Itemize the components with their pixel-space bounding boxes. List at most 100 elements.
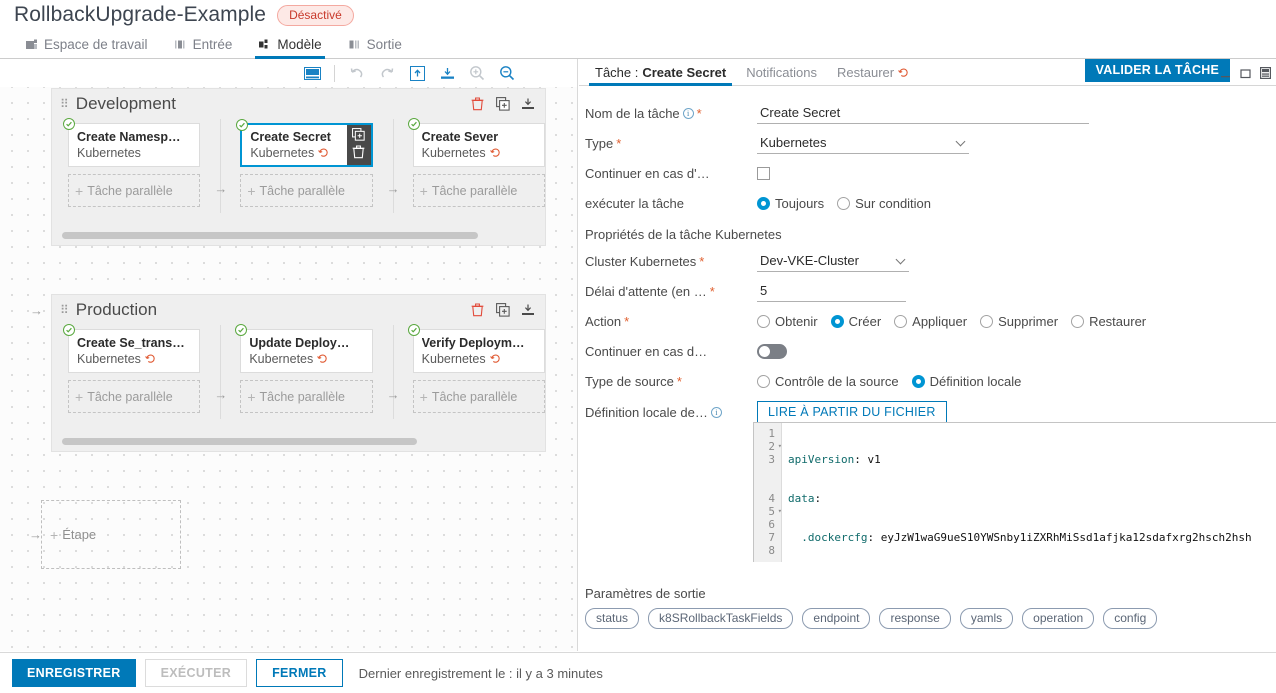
input-icon xyxy=(174,38,187,51)
fit-screen-icon[interactable] xyxy=(297,62,327,84)
add-parallel-task[interactable]: + Tâche parallèle xyxy=(68,174,201,207)
zoom-in-icon[interactable] xyxy=(462,62,492,84)
line-number[interactable]: 5 xyxy=(754,505,782,518)
drag-handle-icon[interactable]: ⠿ xyxy=(60,98,69,110)
duplicate-stage-icon[interactable] xyxy=(495,96,510,112)
stage-development[interactable]: ⠿ Development Create Namesp… Kubernetes … xyxy=(51,88,546,246)
editor-code-lines[interactable]: apiVersion: v1 data: .dockercfg: eyJzW1w… xyxy=(788,423,1276,562)
chip-endpoint[interactable]: endpoint xyxy=(802,608,871,629)
add-parallel-task[interactable]: + Tâche parallèle xyxy=(412,174,545,207)
duplicate-stage-icon[interactable] xyxy=(495,302,510,318)
add-parallel-task[interactable]: + Tâche parallèle xyxy=(240,380,373,413)
tab-espace-de-travail[interactable]: Espace de travail xyxy=(12,37,161,58)
radio-definition-locale[interactable]: Définition locale xyxy=(911,374,1021,389)
task-subtitle: Kubernetes xyxy=(77,146,141,160)
stage-production[interactable]: → ⠿ Production Create Se_trans… Kubernet… xyxy=(30,294,546,452)
line-number: 8 xyxy=(768,544,775,557)
radio-label: Supprimer xyxy=(998,314,1059,329)
chip-operation[interactable]: operation xyxy=(1022,608,1095,629)
task-card-create-se-trans[interactable]: Create Se_trans… Kubernetes xyxy=(63,324,201,373)
chip-status[interactable]: status xyxy=(585,608,640,629)
tab-entree[interactable]: Entrée xyxy=(161,37,246,58)
delete-task-icon[interactable] xyxy=(352,145,365,162)
rollback-icon xyxy=(317,353,328,365)
line-number: 1 xyxy=(768,427,775,440)
task-column: → Create Sever Kubernetes + Tâche parall… xyxy=(387,118,545,213)
code-key: apiVersion xyxy=(788,453,855,466)
info-icon[interactable]: i xyxy=(710,407,722,418)
collapse-all-icon[interactable] xyxy=(432,62,462,84)
radio-obtenir[interactable]: Obtenir xyxy=(757,314,818,329)
validate-task-button[interactable]: VALIDER LA TÂCHE xyxy=(1084,59,1230,82)
expand-all-icon[interactable] xyxy=(402,62,432,84)
save-button[interactable]: ENREGISTRER xyxy=(12,659,136,687)
parallel-task-label: Tâche parallèle xyxy=(431,389,518,404)
radio-creer[interactable]: Créer xyxy=(830,314,881,329)
line-number[interactable]: 2 xyxy=(754,440,782,453)
yaml-code-editor[interactable]: 1 2 3 4 5 6 7 8 apiVersion: v1 data: .do… xyxy=(753,422,1276,562)
read-from-file-button[interactable]: LIRE À PARTIR DU FICHIER xyxy=(757,401,947,424)
task-card-create-secret[interactable]: Create Secret Kubernetes xyxy=(236,119,373,167)
rollback-icon xyxy=(318,147,329,159)
radio-sur-condition[interactable]: Sur condition xyxy=(837,196,931,211)
close-button[interactable]: FERMER xyxy=(256,659,343,687)
radio-controle-de-la-source[interactable]: Contrôle de la source xyxy=(757,374,899,389)
stage-flow-arrow-icon: → xyxy=(30,303,43,318)
chip-config[interactable]: config xyxy=(1103,608,1158,629)
continue-on-error-toggle[interactable] xyxy=(757,344,787,359)
radio-supprimer[interactable]: Supprimer xyxy=(980,314,1058,329)
required-marker: * xyxy=(616,136,622,151)
tab-sortie[interactable]: Sortie xyxy=(335,37,415,58)
delete-stage-icon[interactable] xyxy=(470,96,485,112)
add-step-dropzone[interactable]: + Étape xyxy=(41,500,181,569)
tab-tache[interactable]: Tâche : Create Secret xyxy=(585,65,736,86)
task-column: → Create Secret Kubernetes + Tâche paral… xyxy=(214,119,373,213)
radio-toujours[interactable]: Toujours xyxy=(757,196,824,211)
delete-stage-icon[interactable] xyxy=(470,302,485,318)
stage-horizontal-scrollbar[interactable] xyxy=(62,438,535,445)
radio-label: Toujours xyxy=(775,196,825,211)
task-name-input[interactable] xyxy=(757,103,1089,124)
add-parallel-task[interactable]: + Tâche parallèle xyxy=(412,380,545,413)
field-action: Action * Obtenir Créer Appliquer Supprim… xyxy=(585,308,1276,335)
info-icon[interactable]: i xyxy=(682,108,694,119)
stage-actions xyxy=(470,302,535,318)
tab-restaurer[interactable]: Restaurer xyxy=(827,65,919,85)
radio-restaurer[interactable]: Restaurer xyxy=(1071,314,1146,329)
maximize-icon[interactable] xyxy=(1240,68,1251,81)
drag-handle-icon[interactable]: ⠿ xyxy=(60,304,69,316)
redo-icon[interactable] xyxy=(372,62,402,84)
add-parallel-task[interactable]: + Tâche parallèle xyxy=(240,174,373,207)
add-parallel-task[interactable]: + Tâche parallèle xyxy=(68,380,201,413)
label-text: Cluster Kubernetes xyxy=(585,254,697,269)
collapse-stage-icon[interactable] xyxy=(520,96,535,112)
task-subtitle: Kubernetes xyxy=(77,352,141,366)
minimize-icon[interactable] xyxy=(1220,68,1231,81)
task-card-tools xyxy=(346,125,371,165)
tab-label: Sortie xyxy=(366,37,402,52)
tab-modele[interactable]: Modèle xyxy=(245,37,334,59)
task-card-create-namespace[interactable]: Create Namesp… Kubernetes xyxy=(63,118,201,167)
continue-on-error-checkbox[interactable] xyxy=(757,167,770,180)
stage-horizontal-scrollbar[interactable] xyxy=(62,232,535,239)
chip-response[interactable]: response xyxy=(879,608,951,629)
task-card-verify-deployment[interactable]: Verify Deploym… Kubernetes xyxy=(407,324,545,373)
radio-dot xyxy=(1071,315,1085,328)
dock-icon[interactable] xyxy=(1260,67,1272,81)
zoom-out-icon[interactable] xyxy=(492,62,522,84)
duplicate-task-icon[interactable] xyxy=(352,128,365,144)
tab-notifications[interactable]: Notifications xyxy=(736,65,827,85)
radio-appliquer[interactable]: Appliquer xyxy=(894,314,967,329)
cluster-select[interactable]: Dev-VKE-Cluster xyxy=(757,251,909,272)
chip-yamls[interactable]: yamls xyxy=(959,608,1014,629)
chip-k8srollbacktaskfields[interactable]: k8SRollbackTaskFields xyxy=(648,608,794,629)
collapse-stage-icon[interactable] xyxy=(520,302,535,318)
page-title: RollbackUpgrade-Example xyxy=(14,3,267,26)
task-card-create-sever[interactable]: Create Sever Kubernetes xyxy=(407,118,545,167)
task-card-update-deployment[interactable]: Update Deploy… Kubernetes xyxy=(235,324,373,373)
timeout-input[interactable] xyxy=(757,281,906,302)
type-select[interactable]: Kubernetes xyxy=(757,133,969,154)
undo-icon[interactable] xyxy=(342,62,372,84)
line-number: 7 xyxy=(768,531,775,544)
canvas-toolbar xyxy=(0,59,577,87)
